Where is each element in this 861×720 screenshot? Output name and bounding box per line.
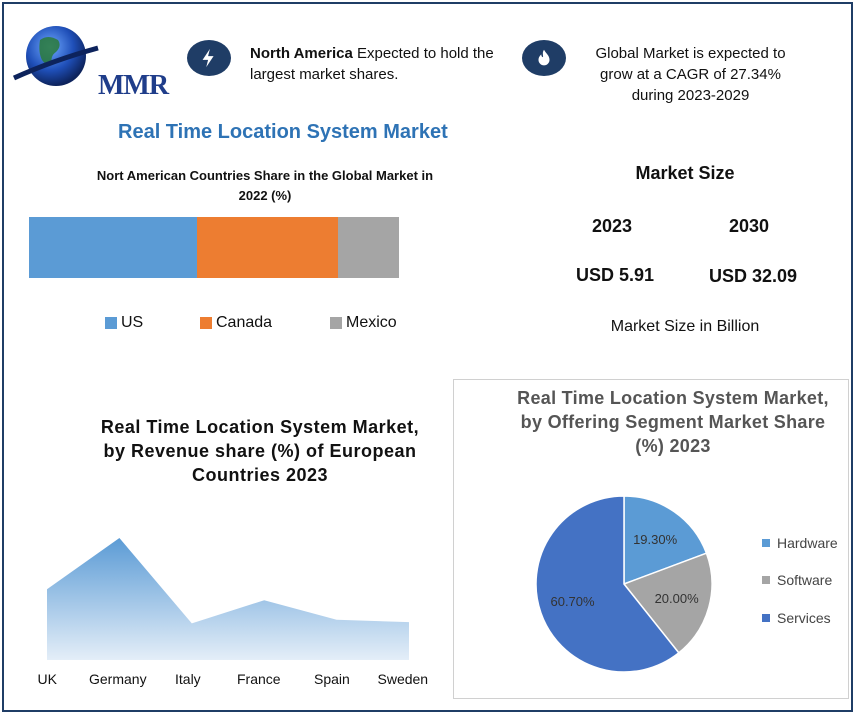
pie-chart-title: Real Time Location System Market, by Off…	[515, 386, 831, 458]
market-value-2030: USD 32.09	[709, 266, 798, 286]
pie-label-services: 60.70%	[550, 594, 595, 610]
x-tick-sweden: Sweden	[377, 671, 429, 687]
area-title-line1: Real Time Location System Market,	[100, 417, 420, 437]
market-size-note: Market Size in Billion	[610, 318, 760, 335]
globe-icon	[12, 26, 99, 86]
stacked-bar	[29, 217, 399, 278]
x-tick-spain: Spain	[314, 671, 350, 687]
main-title: Real Time Location System Market	[118, 121, 448, 143]
highlight-bold: North America	[250, 45, 353, 62]
market-value-2023: USD 5.91	[576, 265, 655, 285]
area-chart-title: Real Time Location System Market, by Rev…	[95, 415, 425, 487]
legend-item-mexico: Mexico	[330, 314, 397, 332]
highlight-line2: largest market shares.	[250, 66, 399, 83]
legend-label: Software	[777, 572, 833, 588]
flame-badge	[522, 40, 566, 76]
x-tick-germany: Germany	[89, 671, 147, 687]
cagr-line3: during 2023-2029	[631, 87, 750, 104]
x-tick-italy: Italy	[175, 671, 201, 687]
legend-swatch	[762, 539, 770, 547]
area-chart	[47, 538, 409, 660]
x-tick-france: France	[237, 671, 281, 687]
area-title-line2: by Revenue share (%) of European	[103, 441, 417, 461]
pie-label-hardware: 19.30%	[633, 531, 678, 547]
legend-swatch	[330, 317, 342, 329]
legend-swatch	[200, 317, 212, 329]
pie-label-software: 20.00%	[654, 591, 699, 607]
area-series	[47, 538, 409, 660]
legend-label: Canada	[216, 314, 273, 331]
pie-chart	[535, 495, 713, 673]
pie-legend-hardware: Hardware	[762, 535, 838, 551]
legend-item-canada: Canada	[200, 314, 272, 332]
market-year-2023: 2023	[592, 216, 633, 236]
pie-legend-services: Services	[762, 610, 831, 626]
logo-text: MMR	[98, 70, 169, 101]
cagr-line2: grow at a CAGR of 27.34%	[600, 66, 781, 83]
bar-segment-canada	[197, 217, 338, 278]
highlight-cagr: Global Market is expected to grow at a C…	[578, 43, 803, 106]
area-title-line3: Countries 2023	[191, 465, 329, 485]
legend-swatch	[762, 614, 770, 622]
legend-swatch	[105, 317, 117, 329]
legend-label: Services	[777, 610, 831, 626]
legend-item-us: US	[105, 314, 143, 332]
legend-swatch	[762, 576, 770, 584]
pie-title-line1: Real Time Location System Market,	[517, 388, 829, 408]
cagr-line1: Global Market is expected to	[595, 45, 786, 62]
market-size-title: Market Size	[635, 163, 735, 183]
mmr-logo: MMR	[10, 18, 170, 101]
bar-segment-mexico	[337, 217, 399, 278]
highlight-north-america: North America Expected to hold the large…	[250, 43, 510, 85]
pie-title-line3: (%) 2023	[635, 436, 711, 456]
flame-icon	[538, 49, 550, 66]
bar-segment-us	[29, 217, 198, 278]
market-year-2030: 2030	[729, 216, 770, 236]
bar-chart-title: Nort American Countries Share in the Glo…	[80, 166, 450, 206]
legend-label: Hardware	[777, 535, 838, 551]
pie-legend-software: Software	[762, 572, 832, 588]
bar-title-line1: Nort American Countries Share in the Glo…	[96, 168, 434, 183]
lightning-icon	[202, 48, 214, 68]
lightning-badge	[187, 40, 231, 76]
legend-label: Mexico	[346, 314, 397, 331]
highlight-rest: Expected to hold the	[352, 45, 494, 62]
pie-title-line2: by Offering Segment Market Share	[520, 412, 826, 432]
legend-label: US	[121, 314, 144, 331]
x-tick-uk: UK	[37, 671, 57, 687]
bar-title-line2: 2022 (%)	[238, 188, 292, 203]
